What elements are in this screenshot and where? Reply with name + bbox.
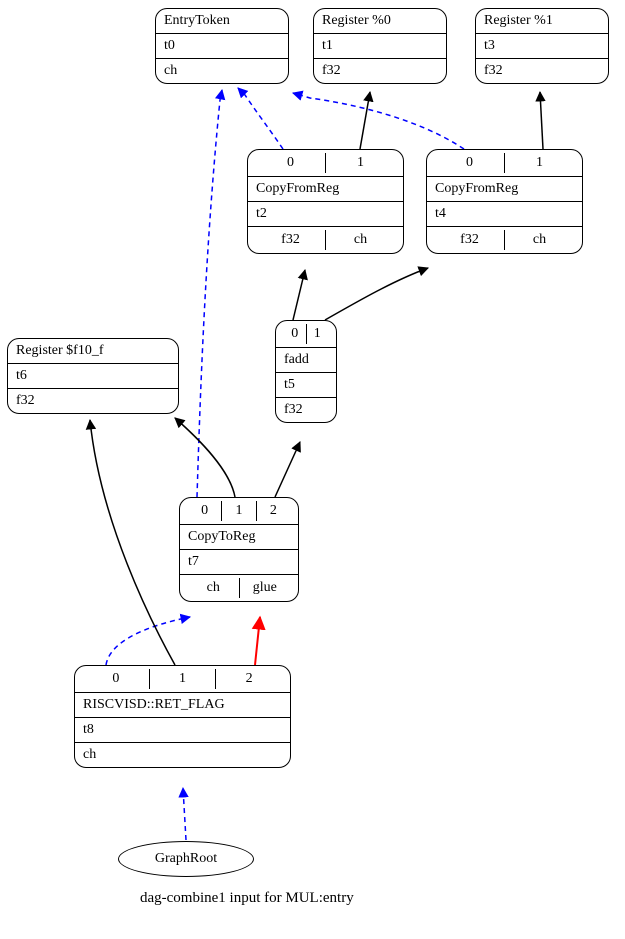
node-entrytoken: EntryToken t0 ch: [155, 8, 289, 84]
node-type: f32: [276, 398, 336, 422]
port-out-0: f32: [256, 230, 326, 250]
node-title: fadd: [276, 348, 336, 373]
port-in-0: 0: [83, 669, 150, 689]
node-copyfromreg-1: 0 1 CopyFromReg t2 f32 ch: [247, 149, 404, 254]
port-in-1: 1: [326, 153, 395, 173]
node-title: Register %1: [476, 9, 608, 34]
port-in-1: 1: [505, 153, 574, 173]
port-in-0: 0: [284, 324, 307, 344]
diagram-caption: dag-combine1 input for MUL:entry: [140, 890, 354, 907]
node-title: CopyFromReg: [427, 177, 582, 202]
node-tval: t1: [314, 34, 446, 59]
node-tval: t8: [75, 718, 290, 743]
node-type: f32: [476, 59, 608, 83]
node-copyfromreg-2: 0 1 CopyFromReg t4 f32 ch: [426, 149, 583, 254]
node-type: f32: [314, 59, 446, 83]
node-type: ch: [75, 743, 290, 767]
node-title: Register $f10_f: [8, 339, 178, 364]
port-out-0: ch: [188, 578, 240, 598]
port-in-1: 1: [307, 324, 329, 344]
port-out-1: ch: [326, 230, 395, 250]
node-type: ch: [156, 59, 288, 83]
node-register-f10: Register $f10_f t6 f32: [7, 338, 179, 414]
port-out-1: glue: [240, 578, 291, 598]
node-type: f32: [8, 389, 178, 413]
node-register-1: Register %1 t3 f32: [475, 8, 609, 84]
node-copytoreg: 0 1 2 CopyToReg t7 ch glue: [179, 497, 299, 602]
node-register-0: Register %0 t1 f32: [313, 8, 447, 84]
port-in-2: 2: [216, 669, 282, 689]
port-out-1: ch: [505, 230, 574, 250]
node-title: RISCVISD::RET_FLAG: [75, 693, 290, 718]
port-in-0: 0: [435, 153, 505, 173]
node-tval: t2: [248, 202, 403, 227]
node-ret-flag: 0 1 2 RISCVISD::RET_FLAG t8 ch: [74, 665, 291, 768]
node-tval: t7: [180, 550, 298, 575]
node-title: GraphRoot: [155, 851, 217, 867]
node-graphroot: GraphRoot: [118, 841, 254, 877]
node-tval: t3: [476, 34, 608, 59]
port-in-1: 1: [150, 669, 217, 689]
node-tval: t0: [156, 34, 288, 59]
port-in-2: 2: [257, 501, 290, 521]
node-tval: t4: [427, 202, 582, 227]
node-tval: t6: [8, 364, 178, 389]
port-in-0: 0: [188, 501, 222, 521]
node-fadd: 0 1 fadd t5 f32: [275, 320, 337, 423]
node-title: CopyFromReg: [248, 177, 403, 202]
node-tval: t5: [276, 373, 336, 398]
node-title: EntryToken: [156, 9, 288, 34]
node-title: Register %0: [314, 9, 446, 34]
port-in-0: 0: [256, 153, 326, 173]
port-in-1: 1: [222, 501, 256, 521]
node-title: CopyToReg: [180, 525, 298, 550]
edges-layer: [0, 0, 625, 919]
port-out-0: f32: [435, 230, 505, 250]
